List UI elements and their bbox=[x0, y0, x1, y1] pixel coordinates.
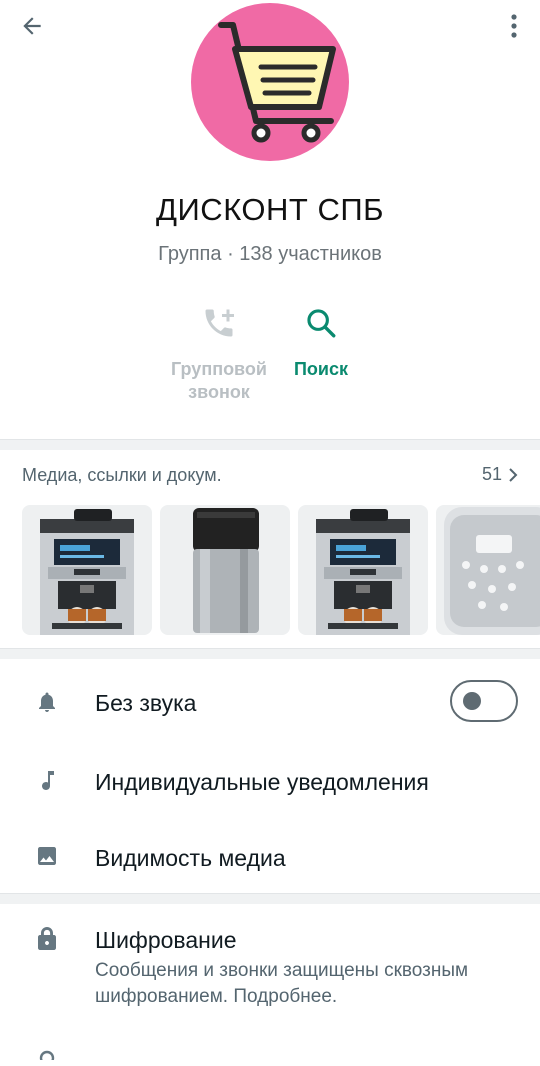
section-divider bbox=[0, 893, 540, 904]
phone-add-icon bbox=[205, 309, 234, 337]
search-button[interactable]: Поиск bbox=[256, 300, 386, 381]
media-thumbnail-multicooker[interactable] bbox=[436, 505, 540, 635]
search-icon bbox=[307, 309, 336, 338]
chevron-right-icon bbox=[509, 467, 518, 482]
lock-icon bbox=[34, 926, 60, 952]
search-label: Поиск bbox=[293, 359, 349, 379]
mute-toggle[interactable] bbox=[450, 680, 518, 722]
media-thumbnail-coffee-machine[interactable] bbox=[298, 505, 428, 635]
custom-notifications-label: Индивидуальные уведомления bbox=[95, 769, 429, 795]
section-divider bbox=[0, 648, 540, 659]
group-subtitle: Группа · 138 участников bbox=[158, 243, 382, 265]
section-divider bbox=[0, 439, 540, 450]
media-count: 51 bbox=[481, 464, 502, 484]
image-icon bbox=[34, 843, 60, 869]
more-options-button[interactable] bbox=[502, 8, 526, 44]
media-thumbnail-coffee-machine[interactable] bbox=[22, 505, 152, 635]
toggle-knob bbox=[463, 692, 481, 710]
music-note-icon bbox=[34, 768, 60, 794]
media-section-title[interactable]: Медиа, ссылки и докум. bbox=[22, 465, 222, 486]
next-row-icon bbox=[34, 1040, 60, 1066]
encryption-description: Сообщения и звонки защищены сквозным шиф… bbox=[95, 960, 469, 1007]
media-count-link[interactable]: 51 bbox=[482, 464, 518, 485]
back-button[interactable] bbox=[12, 8, 52, 44]
group-title: ДИСКОНТ СПБ bbox=[156, 192, 384, 227]
group-avatar[interactable] bbox=[191, 3, 349, 161]
media-thumbnail-milk-container[interactable] bbox=[160, 505, 290, 635]
media-visibility-label: Видимость медиа bbox=[95, 845, 286, 871]
encryption-label: Шифрование bbox=[95, 927, 237, 953]
bell-icon bbox=[34, 689, 60, 715]
shopping-cart-icon bbox=[218, 22, 336, 143]
mute-label: Без звука bbox=[95, 690, 197, 716]
arrow-left-icon bbox=[23, 17, 41, 35]
more-vertical-icon bbox=[511, 14, 517, 38]
